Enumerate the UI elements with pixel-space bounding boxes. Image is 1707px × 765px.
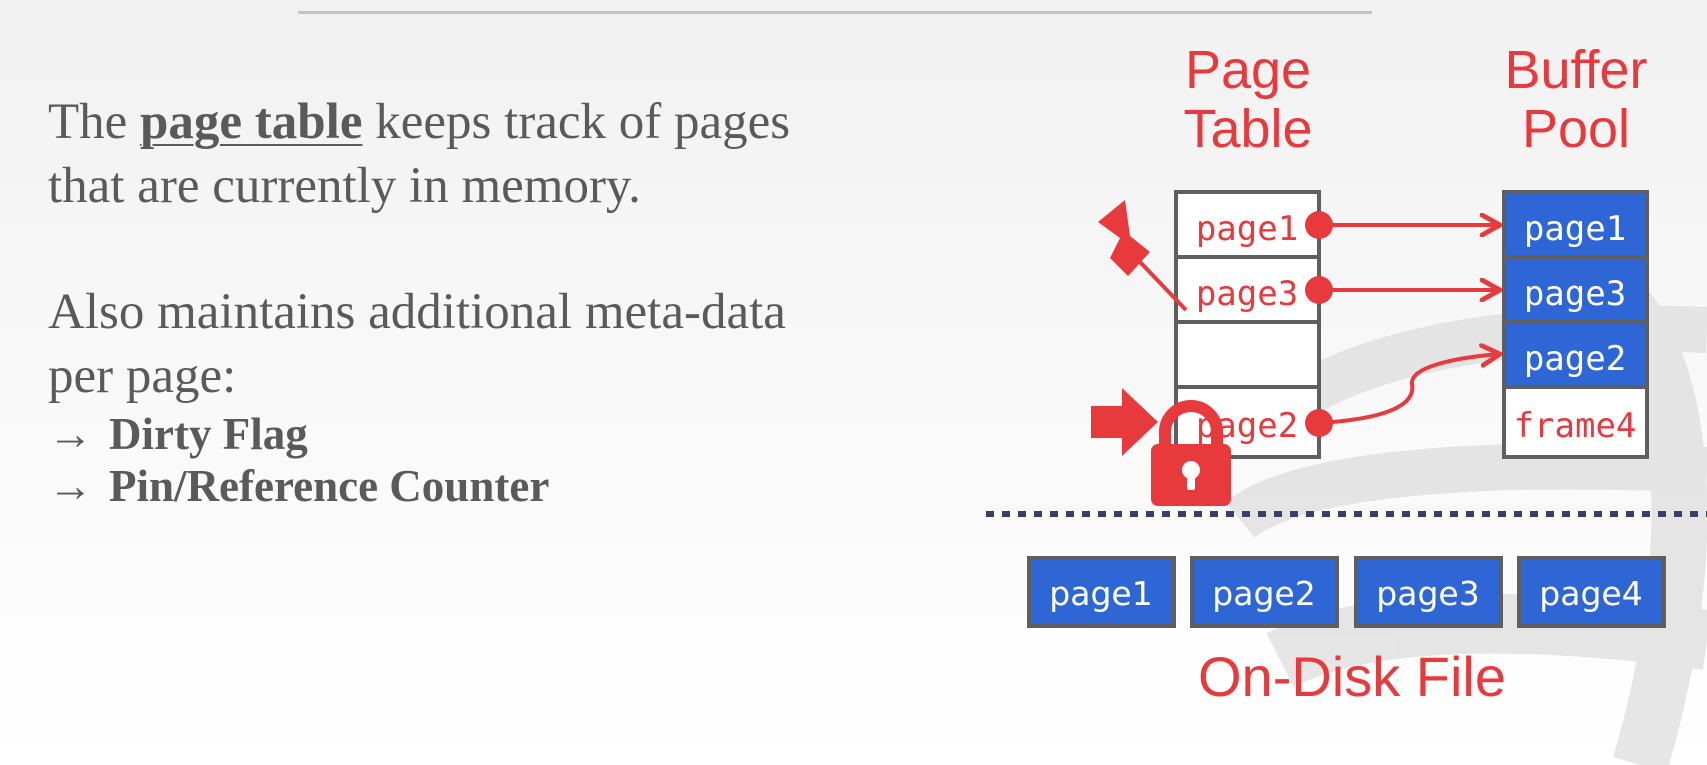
disk-page-label: page1 [1049, 574, 1152, 613]
pushpin-icon [1098, 200, 1188, 312]
page-table-row [1174, 320, 1321, 389]
buffer-pool: page1 page3 page2 frame4 [1502, 190, 1649, 459]
buffer-frame-label: page1 [1524, 209, 1626, 249]
buffer-pool-diagram: Page Table Buffer Pool page1 page3 page2… [986, 40, 1707, 765]
page-table: page1 page3 page2 [1174, 190, 1321, 459]
buffer-frame-label: page3 [1524, 274, 1626, 314]
buffer-pool-title-line2: Pool [1522, 99, 1630, 159]
disk-page-label: page2 [1212, 574, 1315, 613]
page-table-entry-label: page3 [1196, 274, 1298, 314]
buffer-pool-title-line1: Buffer [1504, 40, 1647, 100]
disk-page-label: page3 [1376, 574, 1479, 613]
disk-page-label: page4 [1539, 574, 1642, 613]
page-table-title-line1: Page [1185, 40, 1311, 100]
on-disk-file-label: On-Disk File [1198, 645, 1506, 708]
page-table-entry-label: page1 [1196, 209, 1298, 249]
buffer-frame-label: page2 [1524, 339, 1626, 379]
buffer-frame-label: frame4 [1514, 406, 1637, 446]
page-table-title-line2: Table [1183, 99, 1312, 159]
arrow-right-icon [1091, 388, 1158, 456]
